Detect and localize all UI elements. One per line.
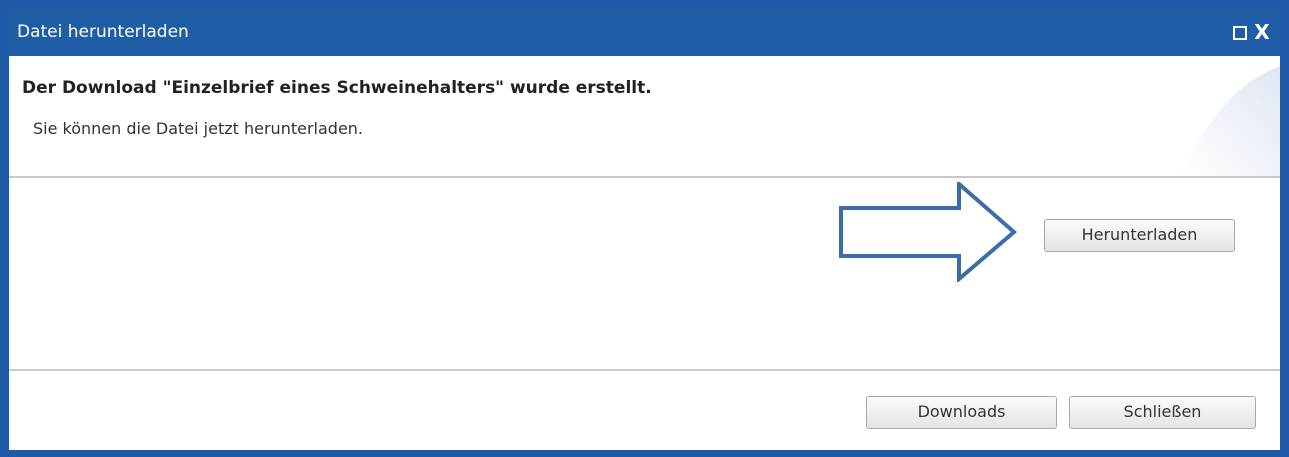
downloads-button[interactable]: Downloads: [866, 396, 1057, 429]
download-button[interactable]: Herunterladen: [1044, 219, 1235, 252]
message-area: Der Download "Einzelbrief eines Schweine…: [9, 56, 1280, 176]
maximize-icon[interactable]: [1233, 26, 1247, 40]
message-heading: Der Download "Einzelbrief eines Schweine…: [22, 78, 652, 98]
close-icon[interactable]: X: [1253, 20, 1271, 44]
dialog-title: Datei herunterladen: [17, 22, 189, 42]
right-arrow-icon: [839, 182, 1018, 282]
dialog-titlebar[interactable]: Datei herunterladen X: [9, 10, 1280, 56]
message-text: Sie können die Datei jetzt herunterladen…: [33, 119, 364, 138]
download-dialog: Datei herunterladen X Der Download "Einz…: [0, 0, 1289, 457]
decorative-swoosh: [1179, 66, 1280, 176]
divider-top: [9, 176, 1280, 178]
divider-bottom: [9, 369, 1280, 371]
close-button[interactable]: Schließen: [1069, 396, 1256, 429]
